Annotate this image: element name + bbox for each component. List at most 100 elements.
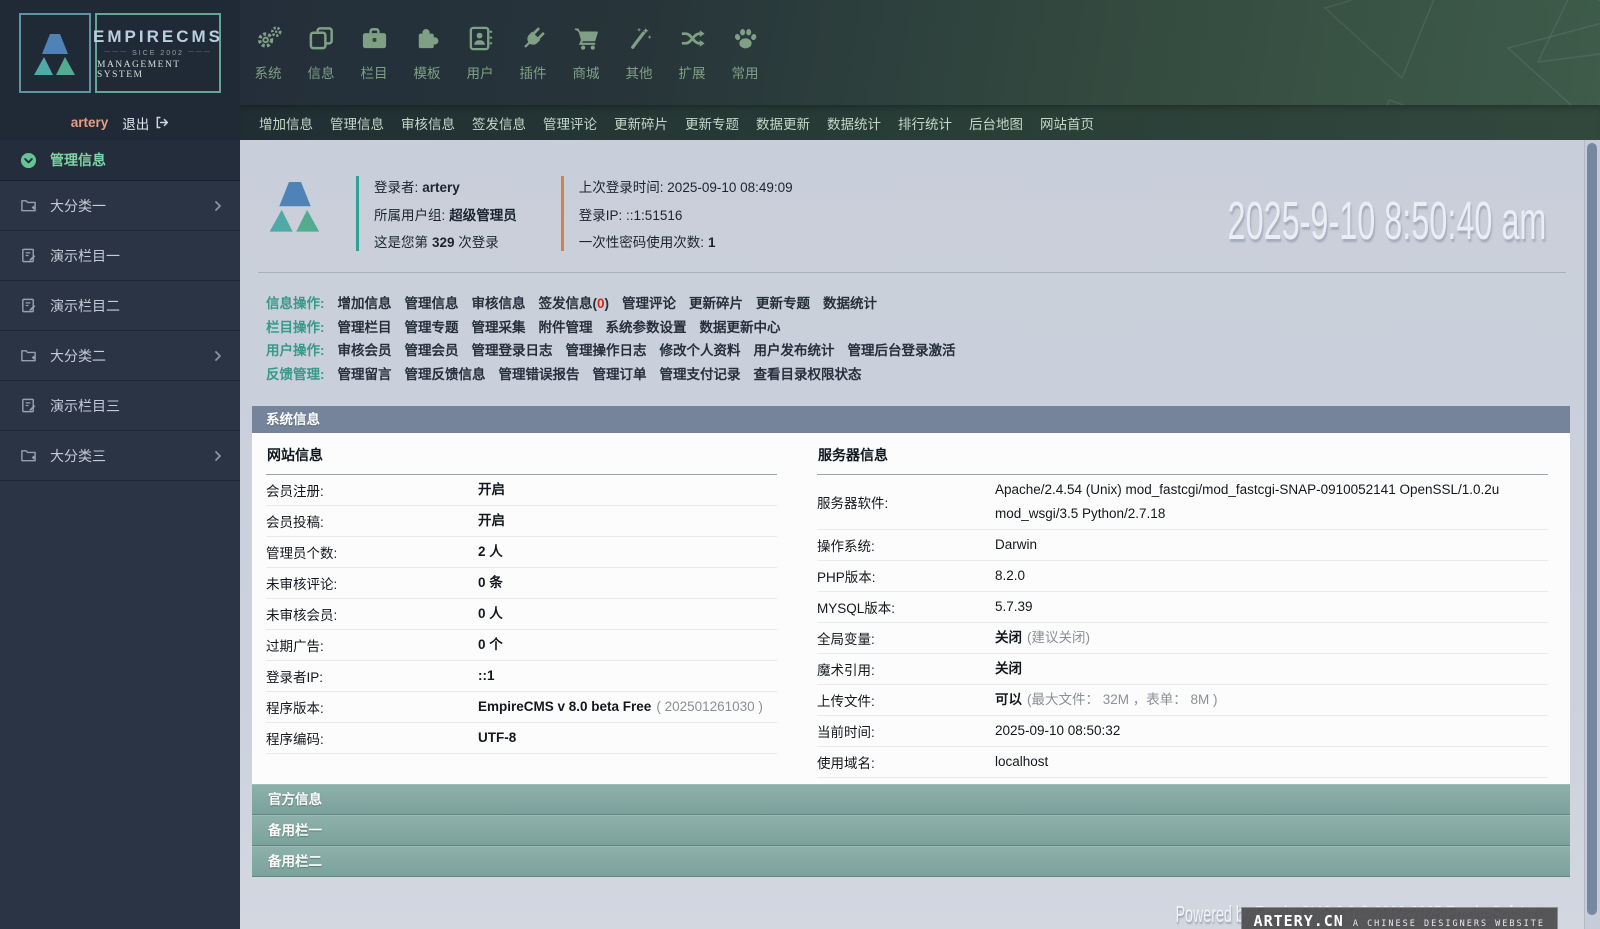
ops-link-管理信息[interactable]: 管理信息 xyxy=(405,292,459,316)
app-logo[interactable]: EMPIRECMS SICE 2002 MANAGEMENT SYSTEM xyxy=(19,13,221,93)
nav-item-其他[interactable]: 其他 xyxy=(621,24,657,82)
sidebar-item-label: 演示栏目一 xyxy=(50,246,120,266)
subnav-item-签发信息[interactable]: 签发信息 xyxy=(472,113,526,133)
ops-link-管理专题[interactable]: 管理专题 xyxy=(405,316,459,340)
footer-area: Powered by EmpireCMS 8.0 © 2002-2025 Emp… xyxy=(250,877,1572,929)
ops-link-修改个人资料[interactable]: 修改个人资料 xyxy=(660,339,741,363)
nav-item-用户[interactable]: 用户 xyxy=(462,24,498,82)
info-row: 全局变量:关闭(建议关闭) xyxy=(817,623,1548,654)
sidebar-item-label: 管理信息 xyxy=(50,150,106,170)
nav-item-栏目[interactable]: 栏目 xyxy=(356,24,392,82)
ops-link-管理后台登录激活[interactable]: 管理后台登录激活 xyxy=(848,339,956,363)
sidebar-item-大分类一[interactable]: 大分类一 xyxy=(0,181,240,231)
info-row: 会员注册:开启 xyxy=(266,475,777,506)
ops-link-管理登录日志[interactable]: 管理登录日志 xyxy=(472,339,553,363)
ops-link-管理采集[interactable]: 管理采集 xyxy=(472,316,526,340)
subnav-item-网站首页[interactable]: 网站首页 xyxy=(1040,113,1094,133)
logout-link[interactable]: 退出 xyxy=(122,113,169,133)
info-label: 未审核评论: xyxy=(266,573,478,593)
ops-link-数据统计[interactable]: 数据统计 xyxy=(823,292,877,316)
info-note: (建议关闭) xyxy=(1027,630,1090,645)
subnav-item-增加信息[interactable]: 增加信息 xyxy=(259,113,313,133)
sidebar-item-演示栏目三[interactable]: 演示栏目三 xyxy=(0,381,240,431)
login-info-block: 登录者:artery 所属用户组:超级管理员 这是您第329 次登录 xyxy=(356,176,517,251)
username[interactable]: artery xyxy=(71,115,109,130)
ops-category-label: 用户操作: xyxy=(266,339,325,363)
subnav-item-更新专题[interactable]: 更新专题 xyxy=(685,113,739,133)
ops-category-label: 反馈管理: xyxy=(266,363,325,387)
ops-link-管理栏目[interactable]: 管理栏目 xyxy=(338,316,392,340)
empirecms-admin: EMPIRECMS SICE 2002 MANAGEMENT SYSTEM ar… xyxy=(0,0,1600,929)
plug-icon xyxy=(519,24,548,58)
sidebar-item-管理信息[interactable]: 管理信息 xyxy=(0,140,240,181)
chevron-right-icon xyxy=(212,450,224,462)
ops-link-数据更新中心[interactable]: 数据更新中心 xyxy=(700,316,781,340)
ops-link-管理会员[interactable]: 管理会员 xyxy=(405,339,459,363)
system-info-header[interactable]: 系统信息 xyxy=(252,406,1570,433)
subnav-item-管理信息[interactable]: 管理信息 xyxy=(330,113,384,133)
login-user-line: 登录者:artery xyxy=(374,176,517,196)
nav-item-信息[interactable]: 信息 xyxy=(303,24,339,82)
watermark-subtitle: A CHINESE DESIGNERS WEBSITE xyxy=(1353,919,1545,929)
subnav-item-数据更新[interactable]: 数据更新 xyxy=(756,113,810,133)
scrollbar-thumb[interactable] xyxy=(1587,143,1597,915)
ops-link-管理支付记录[interactable]: 管理支付记录 xyxy=(660,363,741,387)
info-value: 2025-09-10 08:50:32 xyxy=(995,719,1120,743)
user-group-line: 所属用户组:超级管理员 xyxy=(374,204,517,224)
subnav-item-更新碎片[interactable]: 更新碎片 xyxy=(614,113,668,133)
sidebar-item-大分类二[interactable]: 大分类二 xyxy=(0,331,240,381)
ops-category-label: 信息操作: xyxy=(266,292,325,316)
nav-item-插件[interactable]: 插件 xyxy=(515,24,551,82)
collapsible-bar-备用栏一[interactable]: 备用栏一 xyxy=(252,815,1570,846)
info-value: 8.2.0 xyxy=(995,564,1025,588)
sidebar-item-演示栏目二[interactable]: 演示栏目二 xyxy=(0,281,240,331)
scrollbar[interactable] xyxy=(1584,140,1600,929)
ops-link-管理留言[interactable]: 管理留言 xyxy=(338,363,392,387)
ops-link-审核会员[interactable]: 审核会员 xyxy=(338,339,392,363)
system-info-panel: 网站信息 会员注册:开启会员投稿:开启管理员个数:2 人未审核评论:0 条未审核… xyxy=(252,433,1570,784)
pending-count-badge: 0 xyxy=(597,296,605,311)
nav-label: 其他 xyxy=(626,62,653,82)
sidebar-item-演示栏目一[interactable]: 演示栏目一 xyxy=(0,231,240,281)
nav-item-系统[interactable]: 系统 xyxy=(250,24,286,82)
nav-item-模板[interactable]: 模板 xyxy=(409,24,445,82)
sidebar-item-大分类三[interactable]: 大分类三 xyxy=(0,431,240,481)
ops-link-更新碎片[interactable]: 更新碎片 xyxy=(689,292,743,316)
info-label: 上传文件: xyxy=(817,690,995,710)
ops-link-系统参数设置[interactable]: 系统参数设置 xyxy=(606,316,687,340)
subnav-item-审核信息[interactable]: 审核信息 xyxy=(401,113,455,133)
subnav-item-后台地图[interactable]: 后台地图 xyxy=(969,113,1023,133)
subnav-item-数据统计[interactable]: 数据统计 xyxy=(827,113,881,133)
collapsible-bar-官方信息[interactable]: 官方信息 xyxy=(252,784,1570,815)
info-label: 程序编码: xyxy=(266,728,478,748)
nav-item-商城[interactable]: 商城 xyxy=(568,24,604,82)
info-value: 0 个 xyxy=(478,633,503,657)
ops-link-管理错误报告[interactable]: 管理错误报告 xyxy=(499,363,580,387)
nav-item-常用[interactable]: 常用 xyxy=(727,24,763,82)
logo-wordmark: EMPIRECMS SICE 2002 MANAGEMENT SYSTEM xyxy=(95,13,221,93)
sidebar-item-label: 演示栏目二 xyxy=(50,296,120,316)
nav-item-扩展[interactable]: 扩展 xyxy=(674,24,710,82)
ops-link-审核信息[interactable]: 审核信息 xyxy=(472,292,526,316)
ops-link-增加信息[interactable]: 增加信息 xyxy=(338,292,392,316)
ops-link-用户发布统计[interactable]: 用户发布统计 xyxy=(754,339,835,363)
ops-link-查看目录权限状态[interactable]: 查看目录权限状态 xyxy=(754,363,862,387)
ops-link-管理订单[interactable]: 管理订单 xyxy=(593,363,647,387)
subnav-item-管理评论[interactable]: 管理评论 xyxy=(543,113,597,133)
info-row: 未审核评论:0 条 xyxy=(266,568,777,599)
ops-link-更新专题[interactable]: 更新专题 xyxy=(756,292,810,316)
info-value: 开启 xyxy=(478,509,505,533)
main-nav: 系统信息栏目模板用户插件商城其他 扩展常用 xyxy=(240,0,1600,105)
info-row: 魔术引用:关闭 xyxy=(817,654,1548,685)
ops-link-管理评论[interactable]: 管理评论 xyxy=(622,292,676,316)
app-body: 管理信息大分类一演示栏目一演示栏目二大分类二演示栏目三大分类三 登录者:arte… xyxy=(0,140,1600,929)
info-value: UTF-8 xyxy=(478,726,516,750)
info-label: 全局变量: xyxy=(817,628,995,648)
ops-link-管理操作日志[interactable]: 管理操作日志 xyxy=(566,339,647,363)
ops-link-附件管理[interactable]: 附件管理 xyxy=(539,316,593,340)
ops-link-管理反馈信息[interactable]: 管理反馈信息 xyxy=(405,363,486,387)
ops-link-签发信息[interactable]: 签发信息(0) xyxy=(539,292,610,316)
collapsible-bar-备用栏二[interactable]: 备用栏二 xyxy=(252,846,1570,877)
subnav-item-排行统计[interactable]: 排行统计 xyxy=(898,113,952,133)
chevron-right-icon xyxy=(212,200,224,212)
